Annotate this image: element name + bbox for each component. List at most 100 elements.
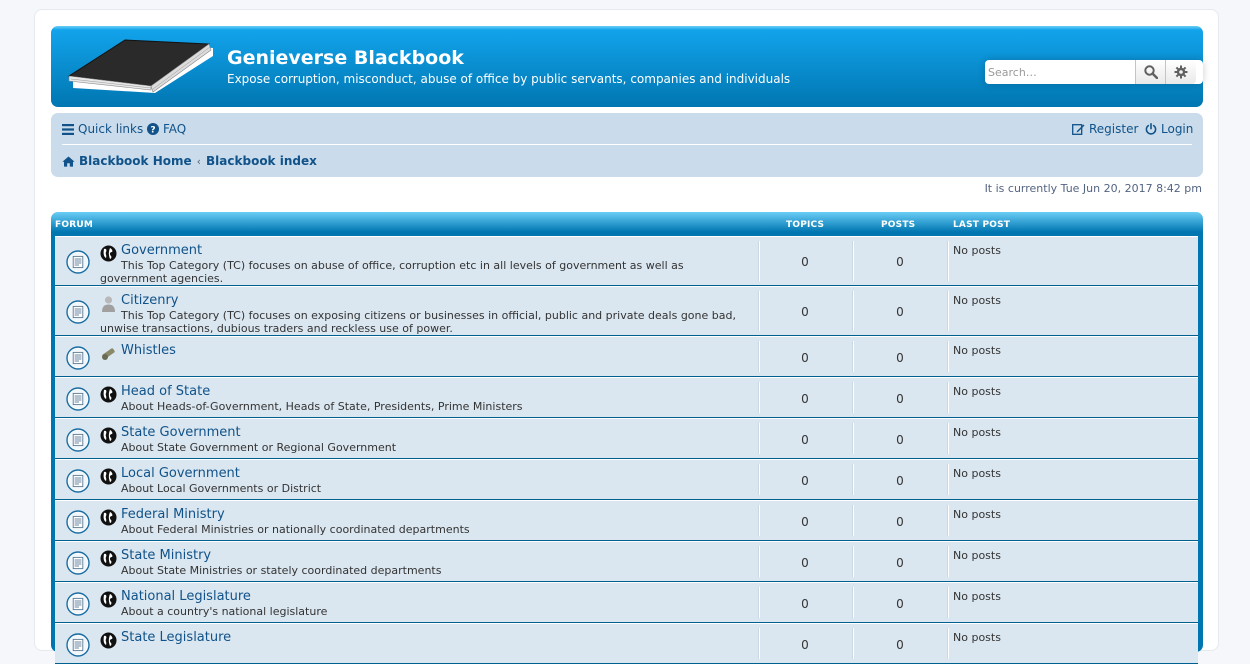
globe-icon: [100, 386, 117, 403]
column-divider: [852, 341, 854, 372]
column-header-forum: FORUM: [55, 220, 93, 230]
breadcrumb-index-label: Blackbook index: [206, 154, 317, 168]
forum-title-link[interactable]: State Legislature: [121, 630, 231, 645]
posts-count: 0: [896, 638, 904, 652]
column-divider: [758, 587, 760, 618]
faq-label: FAQ: [163, 122, 187, 136]
search-button[interactable]: [1135, 60, 1165, 84]
forum-read-icon: [66, 300, 90, 324]
register-label: Register: [1089, 122, 1139, 136]
last-post-info: No posts: [953, 344, 1001, 357]
forum-description: About Federal Ministries or nationally c…: [121, 523, 470, 536]
forum-title-link[interactable]: Government: [121, 243, 202, 258]
book-logo-icon[interactable]: [63, 38, 218, 98]
topics-count: 0: [801, 638, 809, 652]
forum-row[interactable]: Local Government About Local Governments …: [55, 459, 1198, 500]
breadcrumb-index[interactable]: Blackbook index: [206, 154, 317, 168]
forum-title-link[interactable]: Head of State: [121, 384, 210, 399]
forum-read-icon: [66, 250, 90, 274]
forum-list: FORUM TOPICS POSTS LAST POST Government T…: [51, 212, 1203, 664]
forum-description: This Top Category (TC) focuses on abuse …: [100, 259, 684, 285]
nav-links-row: Quick links ? FAQ Register Login: [62, 122, 1193, 142]
globe-icon: [100, 632, 117, 649]
forum-title-link[interactable]: State Government: [121, 425, 241, 440]
column-divider: [947, 505, 949, 536]
forum-row[interactable]: National Legislature About a country's na…: [55, 582, 1198, 623]
current-time: It is currently Tue Jun 20, 2017 8:42 pm: [984, 182, 1202, 195]
gear-icon: [1174, 65, 1188, 79]
register-link[interactable]: Register: [1072, 122, 1138, 136]
advanced-search-button[interactable]: [1165, 60, 1196, 84]
topics-count: 0: [801, 351, 809, 365]
topics-count: 0: [801, 255, 809, 269]
forum-title-link[interactable]: National Legislature: [121, 589, 251, 604]
globe-icon: [100, 468, 117, 485]
search-input[interactable]: [985, 60, 1135, 84]
forum-title-link[interactable]: Whistles: [121, 343, 176, 358]
forum-read-icon: [66, 346, 90, 370]
forum-row[interactable]: Whistles 0 0 No posts: [55, 336, 1198, 377]
column-divider: [947, 291, 949, 331]
last-post-info: No posts: [953, 549, 1001, 562]
forum-row[interactable]: State Government About State Government o…: [55, 418, 1198, 459]
column-divider: [947, 587, 949, 618]
breadcrumb-home[interactable]: Blackbook Home: [62, 154, 192, 168]
forum-rows: Government This Top Category (TC) focuses…: [55, 236, 1198, 664]
column-divider: [758, 464, 760, 495]
faq-link[interactable]: ? FAQ: [147, 122, 186, 136]
globe-icon: [100, 427, 117, 444]
forum-row[interactable]: Citizenry This Top Category (TC) focuses …: [55, 286, 1198, 336]
forum-row[interactable]: Federal Ministry About Federal Ministries…: [55, 500, 1198, 541]
column-divider: [758, 241, 760, 281]
column-header-posts: POSTS: [881, 220, 916, 230]
breadcrumb: Blackbook Home ‹ Blackbook index: [62, 154, 317, 168]
forum-row[interactable]: Government This Top Category (TC) focuses…: [55, 236, 1198, 286]
search-icon: [1143, 65, 1158, 79]
topics-count: 0: [801, 305, 809, 319]
quick-links-menu[interactable]: Quick links: [62, 122, 143, 136]
forum-title-link[interactable]: Local Government: [121, 466, 240, 481]
forum-description: About Local Governments or District: [121, 482, 322, 495]
edit-icon: [1072, 124, 1085, 135]
forum-title-link[interactable]: State Ministry: [121, 548, 211, 563]
posts-count: 0: [896, 351, 904, 365]
whistle-icon: [100, 345, 117, 362]
last-post-info: No posts: [953, 590, 1001, 603]
forum-description: About State Government or Regional Gover…: [121, 441, 397, 454]
forum-row[interactable]: State Legislature 0 0 No posts: [55, 623, 1198, 664]
forum-read-icon: [66, 469, 90, 493]
forum-row[interactable]: State Ministry About State Ministries or …: [55, 541, 1198, 582]
column-divider: [852, 464, 854, 495]
posts-count: 0: [896, 597, 904, 611]
column-divider: [758, 382, 760, 413]
login-link[interactable]: Login: [1145, 122, 1193, 136]
question-circle-icon: ?: [147, 123, 159, 135]
column-divider: [758, 628, 760, 659]
column-header-topics: TOPICS: [786, 220, 825, 230]
last-post-info: No posts: [953, 426, 1001, 439]
forum-title-link[interactable]: Citizenry: [121, 293, 179, 308]
globe-icon: [100, 550, 117, 567]
column-divider: [852, 628, 854, 659]
forum-read-icon: [66, 592, 90, 616]
posts-count: 0: [896, 305, 904, 319]
site-header: Genieverse Blackbook Expose corruption, …: [51, 26, 1203, 107]
forum-row[interactable]: Head of State About Heads-of-Government, …: [55, 377, 1198, 418]
topics-count: 0: [801, 474, 809, 488]
column-divider: [852, 241, 854, 281]
forum-title-link[interactable]: Federal Ministry: [121, 507, 225, 522]
posts-count: 0: [896, 556, 904, 570]
column-divider: [947, 241, 949, 281]
navbar: Quick links ? FAQ Register Login Blackbo…: [51, 113, 1203, 177]
site-title[interactable]: Genieverse Blackbook: [227, 47, 464, 69]
last-post-info: No posts: [953, 467, 1001, 480]
column-divider: [852, 291, 854, 331]
topics-count: 0: [801, 392, 809, 406]
breadcrumb-home-label: Blackbook Home: [79, 154, 192, 168]
page-wrapper: Genieverse Blackbook Expose corruption, …: [34, 9, 1219, 664]
posts-count: 0: [896, 433, 904, 447]
login-label: Login: [1161, 122, 1194, 136]
column-divider: [947, 628, 949, 659]
topics-count: 0: [801, 433, 809, 447]
topics-count: 0: [801, 515, 809, 529]
